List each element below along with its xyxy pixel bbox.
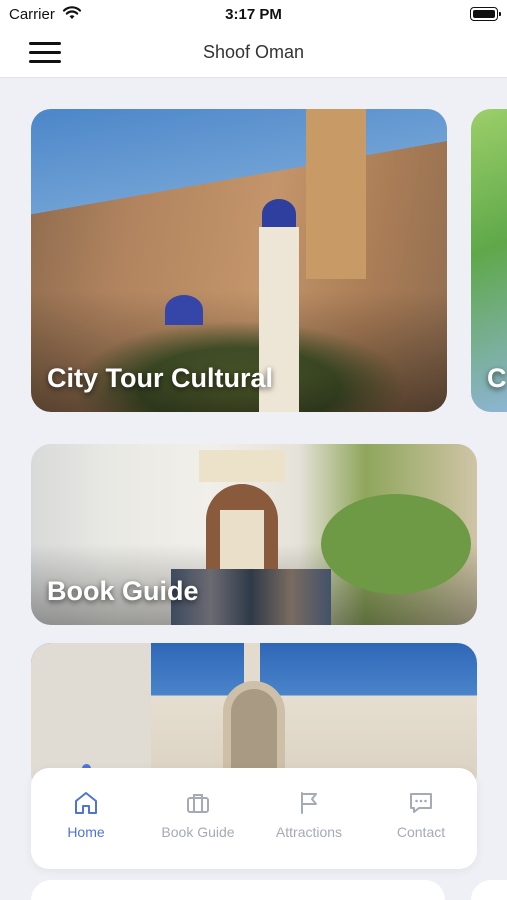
- page-title: Shoof Oman: [202, 42, 305, 62]
- dome-image-part: [262, 199, 296, 229]
- tab-attractions[interactable]: Attractions: [254, 790, 364, 850]
- tab-label: Attractions: [275, 824, 343, 840]
- doorway-image-part: [220, 510, 264, 570]
- tab-label: Contact: [396, 824, 446, 840]
- navigation-bar: Shoof Oman: [0, 28, 507, 78]
- card-label: City Tour Cultural: [47, 363, 273, 393]
- card-city-tour-cultural[interactable]: City Tour Cultural: [31, 109, 447, 412]
- tab-book-guide[interactable]: Book Guide: [143, 790, 253, 850]
- battery-icon: [470, 7, 501, 21]
- briefcase-icon: [143, 790, 253, 816]
- tree-image-part: [321, 494, 471, 594]
- tab-label: Book Guide: [161, 824, 235, 840]
- home-icon: [31, 790, 141, 816]
- status-bar: Carrier 3:17 PM: [0, 0, 507, 28]
- flag-icon: [254, 790, 364, 816]
- tab-contact[interactable]: Contact: [366, 790, 476, 850]
- dome-image-part: [165, 295, 203, 325]
- sign-image-part: [199, 450, 285, 482]
- tab-label: Home: [67, 824, 105, 840]
- tab-bar: Home Book Guide Attractions Contact: [31, 768, 477, 869]
- card-next-partial[interactable]: C: [471, 109, 507, 412]
- fort-image-part: [306, 109, 366, 279]
- card-partial-bottom[interactable]: [31, 880, 445, 900]
- tab-home[interactable]: Home: [31, 790, 141, 850]
- clock: 3:17 PM: [225, 6, 282, 23]
- chat-icon: [366, 790, 476, 816]
- card-book-guide[interactable]: Book Guide: [31, 444, 477, 625]
- card-label: Book Guide: [47, 576, 199, 606]
- card-label: C: [487, 363, 507, 393]
- card-partial-bottom-right[interactable]: [471, 880, 507, 900]
- minaret-image-part: [244, 643, 260, 683]
